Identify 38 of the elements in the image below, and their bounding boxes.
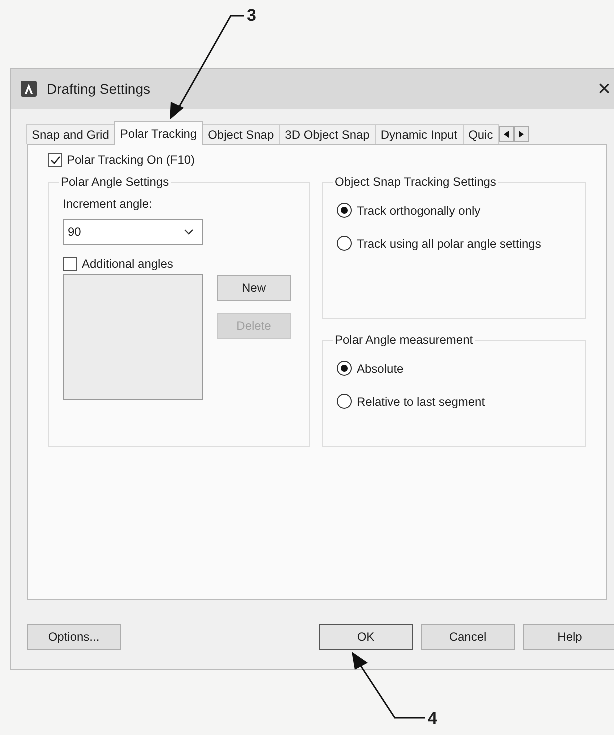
- checkbox-label: Additional angles: [82, 257, 174, 271]
- tab[interactable]: 3D Object Snap: [279, 124, 376, 144]
- dialog-button[interactable]: Options...: [27, 624, 121, 650]
- radio-button[interactable]: [337, 203, 352, 218]
- checkbox-label: Polar Tracking On (F10): [67, 153, 196, 167]
- callout-number: 3: [247, 6, 256, 26]
- left-triangle-icon: [504, 130, 510, 138]
- radio-button[interactable]: [337, 236, 352, 251]
- group-title: Polar Angle Settings: [60, 175, 170, 189]
- close-button[interactable]: ×: [594, 76, 614, 102]
- action-button[interactable]: New: [217, 275, 291, 301]
- dialog-button[interactable]: Help: [523, 624, 614, 650]
- tab[interactable]: Dynamic Input: [374, 124, 464, 144]
- tab[interactable]: Quic: [462, 124, 500, 144]
- callout-number: 4: [428, 709, 438, 729]
- checkbox[interactable]: [63, 257, 77, 271]
- right-triangle-icon: [519, 130, 524, 138]
- group-title: Polar Angle measurement: [334, 333, 474, 347]
- radio-label: Relative to last segment: [357, 394, 486, 408]
- app-icon: [21, 81, 37, 97]
- increment-dropdown[interactable]: 90: [63, 219, 203, 245]
- dialog-button[interactable]: OK: [319, 624, 413, 650]
- scroll-left-button[interactable]: [499, 126, 514, 142]
- radio-label: Absolute: [357, 362, 404, 376]
- dialog-button[interactable]: Cancel: [421, 624, 515, 650]
- scroll-right-button[interactable]: [514, 126, 530, 142]
- tab[interactable]: Object Snap: [202, 124, 280, 144]
- radio-button[interactable]: [337, 394, 352, 409]
- group-title: Object Snap Tracking Settings: [334, 175, 498, 189]
- chevron-down-icon: [184, 229, 194, 235]
- radio-button[interactable]: [337, 361, 352, 376]
- checkbox[interactable]: [48, 153, 62, 167]
- tab[interactable]: Snap and Grid: [26, 124, 116, 144]
- radio-label: Track using all polar angle settings: [357, 236, 542, 250]
- field-label: Increment angle:: [63, 197, 154, 211]
- window-title: Drafting Settings: [47, 81, 150, 97]
- tab[interactable]: Polar Tracking: [114, 121, 204, 145]
- radio-label: Track orthogonally only: [357, 204, 481, 218]
